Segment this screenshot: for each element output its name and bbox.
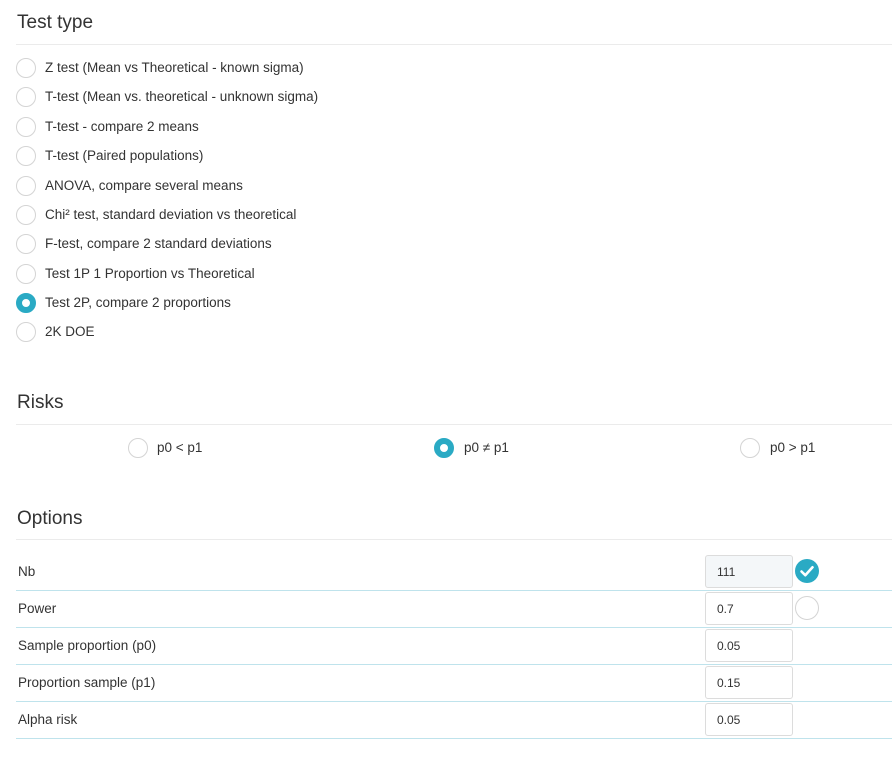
option-label: Power <box>18 601 57 616</box>
option-label: Proportion sample (p1) <box>18 675 156 690</box>
radio-button[interactable] <box>16 58 36 78</box>
option-row-alpha: Alpha risk <box>16 702 892 739</box>
power-input[interactable] <box>705 592 793 625</box>
radio-button[interactable] <box>16 264 36 284</box>
test-type-option-label[interactable]: T-test (Paired populations) <box>45 148 203 164</box>
stat-test-page: Test type Z test (Mean vs Theoretical - … <box>0 0 892 762</box>
computed-toggle[interactable] <box>795 559 819 583</box>
option-row-p1: Proportion sample (p1) <box>16 665 892 702</box>
risks-divider <box>16 424 892 425</box>
radio-button[interactable] <box>16 146 36 166</box>
risk-option-label[interactable]: p0 ≠ p1 <box>464 440 509 456</box>
radio-button[interactable] <box>16 205 36 225</box>
p1-input[interactable] <box>705 666 793 699</box>
risks-title: Risks <box>17 392 64 413</box>
nb-input[interactable] <box>705 555 793 588</box>
option-row-nb: Nb <box>16 554 892 591</box>
risk-option-label[interactable]: p0 < p1 <box>157 440 202 456</box>
option-row-power: Power <box>16 591 892 628</box>
radio-button-checked[interactable] <box>434 438 454 458</box>
radio-button-checked[interactable] <box>16 293 36 313</box>
option-label: Alpha risk <box>18 712 78 727</box>
radio-button[interactable] <box>16 176 36 196</box>
computed-toggle[interactable] <box>795 596 819 620</box>
test-type-option-label[interactable]: 2K DOE <box>45 324 95 340</box>
check-icon <box>800 566 814 577</box>
test-type-option-label[interactable]: T-test (Mean vs. theoretical - unknown s… <box>45 89 318 105</box>
radio-button[interactable] <box>16 87 36 107</box>
test-type-option-label[interactable]: F-test, compare 2 standard deviations <box>45 236 272 252</box>
test-type-option-label[interactable]: T-test - compare 2 means <box>45 119 199 135</box>
test-type-option-label[interactable]: Z test (Mean vs Theoretical - known sigm… <box>45 60 304 76</box>
radio-button[interactable] <box>128 438 148 458</box>
test-type-divider <box>16 44 892 45</box>
radio-button[interactable] <box>16 117 36 137</box>
row-divider <box>16 738 892 739</box>
option-label: Nb <box>18 564 36 579</box>
alpha-input[interactable] <box>705 703 793 736</box>
radio-button[interactable] <box>16 234 36 254</box>
risk-option-label[interactable]: p0 > p1 <box>770 440 815 456</box>
radio-button[interactable] <box>740 438 760 458</box>
test-type-option-label[interactable]: ANOVA, compare several means <box>45 178 243 194</box>
test-type-option-label[interactable]: Chi² test, standard deviation vs theoret… <box>45 207 296 223</box>
p0-input[interactable] <box>705 629 793 662</box>
radio-button[interactable] <box>16 322 36 342</box>
option-label: Sample proportion (p0) <box>18 638 157 653</box>
test-type-option-label[interactable]: Test 1P 1 Proportion vs Theoretical <box>45 266 255 282</box>
options-title: Options <box>17 508 83 529</box>
test-type-option-label[interactable]: Test 2P, compare 2 proportions <box>45 295 231 311</box>
test-type-title: Test type <box>17 12 94 33</box>
options-divider <box>16 539 892 540</box>
option-row-p0: Sample proportion (p0) <box>16 628 892 665</box>
